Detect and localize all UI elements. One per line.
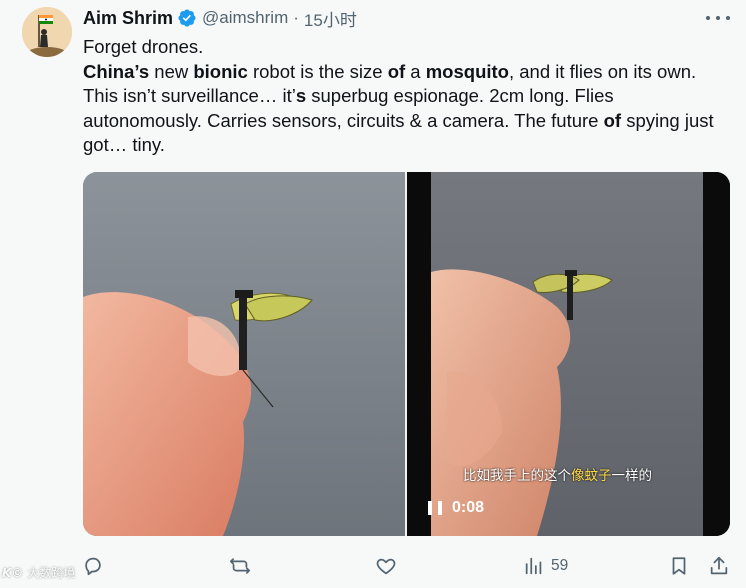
reply-button[interactable] [82,552,104,580]
watermark: K© 大数跨境 [2,564,75,581]
author-handle[interactable]: @aimshrim [202,8,288,28]
tweet-body: China’s new bionic robot is the size of … [83,60,723,158]
video-subtitle: 比如我手上的这个像蚊子一样的 [463,464,652,484]
views-button[interactable]: 59 [523,552,568,580]
reply-icon [85,557,101,576]
post-time[interactable]: 15小时 [304,6,357,31]
bold-mosquito: mosquito [425,60,509,82]
share-icon [710,556,728,575]
text-segment: a [405,60,426,82]
video-time: 0:08 [452,499,485,516]
media-image-left[interactable] [83,172,405,536]
video-controls[interactable]: 0:08 [428,499,484,517]
share-button[interactable] [708,552,730,580]
watermark-logo: K© [2,565,24,580]
bookmark-button[interactable] [668,552,690,580]
bookmark-icon [672,557,686,575]
more-options-icon[interactable] [706,8,730,28]
bold-of: of [603,109,622,131]
pause-icon[interactable] [428,501,442,515]
tweet-media[interactable]: 0:08 比如我手上的这个像蚊子一样的 [83,172,730,536]
subtitle-text: 一样的 [611,468,653,484]
bold-s: s [295,85,307,106]
tweet-text: Forget drones. China’s new bionic robot … [83,35,723,158]
heart-icon [376,558,396,575]
repost-icon [229,558,251,574]
separator-dot: · [293,8,299,27]
bold-apostrophe-s: ’s [134,60,150,82]
subtitle-text: 比如我手上的这个 [463,468,571,484]
views-count: 59 [551,557,569,574]
verified-badge-icon [177,8,197,28]
bold-bionic: bionic [193,60,248,82]
tweet-line-1: Forget drones. [83,36,204,57]
tweet-actions: 59 [0,552,746,580]
watermark-text: 大数跨境 [27,566,76,580]
bold-of: of [387,60,406,82]
like-button[interactable] [375,552,397,580]
subtitle-highlight: 像蚊子 [571,468,612,484]
bold-china: China [83,60,135,82]
tweet-header: Aim Shrim @aimshrim · 15小时 [83,6,357,31]
repost-button[interactable] [229,552,251,580]
text-segment: robot is the size [247,60,388,82]
text-segment: new [149,60,194,82]
views-chart-icon [525,557,542,575]
avatar[interactable] [22,7,72,57]
author-name[interactable]: Aim Shrim [83,8,173,29]
